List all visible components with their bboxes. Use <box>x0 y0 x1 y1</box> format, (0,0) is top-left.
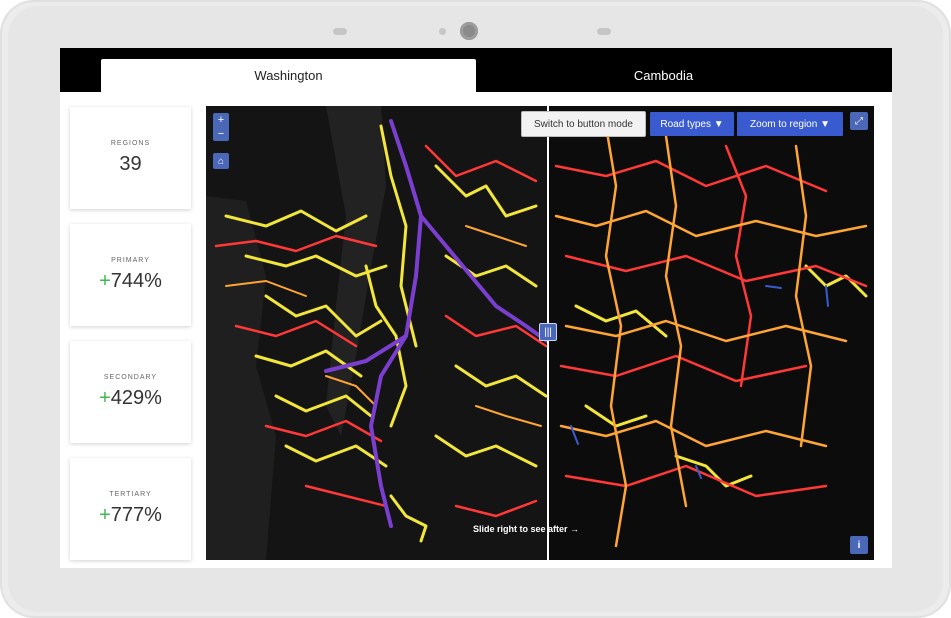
stat-value: +777% <box>99 504 162 527</box>
stat-label: PRIMARY <box>111 257 150 264</box>
stat-value: +429% <box>99 387 162 410</box>
speaker-right <box>597 28 611 35</box>
slide-hint: Slide right to see after → <box>473 524 580 534</box>
slider-handle-icon[interactable]: ||| <box>539 323 557 341</box>
stat-sign: + <box>99 270 111 292</box>
stat-value: 39 <box>119 153 141 176</box>
app-screen: Washington Cambodia REGIONS 39 PRIMARY +… <box>60 48 892 568</box>
zoom-out-button[interactable]: − <box>213 127 229 141</box>
stat-sign: + <box>99 387 111 409</box>
stat-value: +744% <box>99 270 162 293</box>
info-button[interactable]: i <box>850 536 868 554</box>
road-map[interactable]: ||| + − ⌂ Switch to button mode Road typ… <box>206 106 874 560</box>
stat-number: 39 <box>119 153 142 175</box>
road-types-button[interactable]: Road types ▼ <box>650 112 734 136</box>
home-icon[interactable]: ⌂ <box>213 153 229 169</box>
stat-sign: + <box>99 504 111 526</box>
stat-label: REGIONS <box>110 140 151 147</box>
stat-card-tertiary: TERTIARY +777% <box>70 458 191 560</box>
tablet-frame: Washington Cambodia REGIONS 39 PRIMARY +… <box>0 0 951 618</box>
stat-card-regions: REGIONS 39 <box>70 107 191 209</box>
tab-cambodia[interactable]: Cambodia <box>476 59 851 92</box>
expand-icon[interactable]: ⤢ <box>850 112 868 130</box>
sensor-dot <box>439 28 446 35</box>
stat-card-secondary: SECONDARY +429% <box>70 341 191 443</box>
speaker-left <box>333 28 347 35</box>
stat-card-primary: PRIMARY +744% <box>70 224 191 326</box>
zoom-region-button[interactable]: Zoom to region ▼ <box>737 112 843 136</box>
stat-label: SECONDARY <box>103 374 158 381</box>
stat-label: TERTIARY <box>109 491 152 498</box>
switch-mode-button[interactable]: Switch to button mode <box>521 111 646 137</box>
stat-number: 777% <box>110 504 162 526</box>
tab-washington[interactable]: Washington <box>101 59 476 92</box>
zoom-control: + − <box>213 113 229 141</box>
tab-bar: Washington Cambodia <box>60 48 892 92</box>
camera-icon <box>460 22 478 40</box>
stat-number: 744% <box>110 270 162 292</box>
stat-number: 429% <box>110 387 162 409</box>
zoom-in-button[interactable]: + <box>213 113 229 127</box>
